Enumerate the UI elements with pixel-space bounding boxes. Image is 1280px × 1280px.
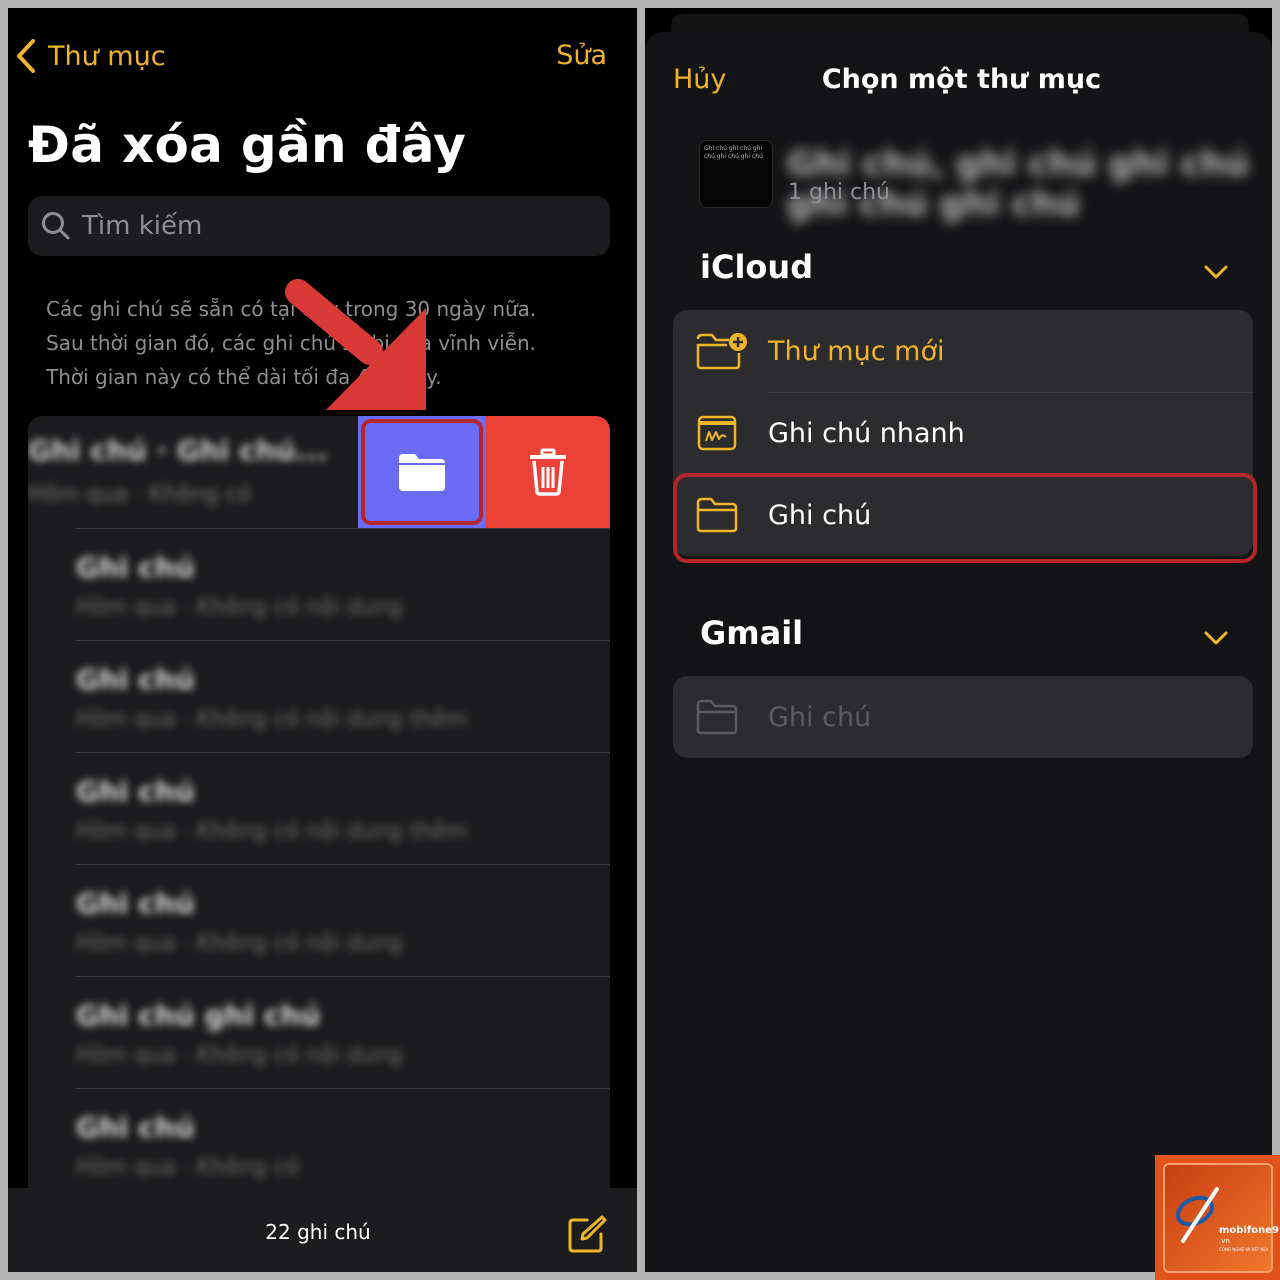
search-input[interactable]: Tìm kiếm bbox=[28, 196, 610, 256]
note-subtitle: Hôm qua · Không có nội dung bbox=[76, 595, 403, 620]
gmail-notes-label: Ghi chú bbox=[768, 701, 872, 733]
search-placeholder: Tìm kiếm bbox=[82, 211, 203, 241]
note-title: Ghi chú bbox=[76, 887, 195, 920]
edit-button[interactable]: Sửa bbox=[556, 40, 607, 71]
note-subtitle: Hôm qua · Không có bbox=[28, 482, 252, 507]
new-folder-label: Thư mục mới bbox=[768, 335, 945, 367]
list-item[interactable]: Ghi chú Hôm qua · Không có bbox=[76, 1088, 610, 1200]
new-folder-icon bbox=[696, 333, 747, 370]
quick-notes-label: Ghi chú nhanh bbox=[768, 417, 965, 449]
cancel-button[interactable]: Hủy bbox=[673, 64, 726, 95]
folder-icon bbox=[696, 699, 738, 735]
delete-button[interactable] bbox=[486, 416, 610, 528]
note-count: 22 ghi chú bbox=[265, 1220, 371, 1244]
red-arrow-annotation bbox=[285, 279, 426, 410]
logo-swoosh-icon bbox=[1175, 1187, 1219, 1243]
new-folder-button[interactable]: Thư mục mới bbox=[673, 310, 1253, 392]
gmail-folder-list: Ghi chú bbox=[673, 676, 1253, 758]
search-icon bbox=[42, 212, 70, 240]
choose-folder-screen: Chọn một thư mục Hủy Ghi chú ghi chú ghi… bbox=[645, 8, 1272, 1272]
folder-picker-sheet: Chọn một thư mục Hủy Ghi chú ghi chú ghi… bbox=[645, 32, 1272, 1272]
note-title: Ghi chú ghi chú bbox=[76, 999, 321, 1032]
page-title: Đã xóa gần đây bbox=[28, 116, 467, 174]
notes-list: Ghi chú · Ghi chú... Hôm qua · Không có … bbox=[28, 416, 610, 1206]
note-subtitle: Hôm qua · Không có nội dung bbox=[76, 931, 403, 956]
folder-item-quick-notes[interactable]: Ghi chú nhanh bbox=[673, 392, 1253, 474]
list-item[interactable]: Ghi chú Hôm qua · Không có nội dung bbox=[76, 864, 610, 976]
note-title: Ghi chú bbox=[76, 1111, 195, 1144]
chevron-down-icon[interactable] bbox=[1204, 264, 1228, 280]
list-item[interactable]: Ghi chú ghi chú Hôm qua · Không có nội d… bbox=[76, 976, 610, 1088]
watermark-logo: mobifone9 .vn CÔNG NGHỆ VÀ KẾT NỐI bbox=[1155, 1155, 1280, 1280]
gmail-header[interactable]: Gmail bbox=[700, 614, 803, 652]
note-subtitle: Hôm qua · Không có nội dung thêm bbox=[76, 819, 467, 844]
watermark-tagline: CÔNG NGHỆ VÀ KẾT NỐI bbox=[1219, 1247, 1268, 1252]
swiped-note-row[interactable]: Ghi chú · Ghi chú... Hôm qua · Không có bbox=[28, 416, 610, 528]
note-title: Ghi chú bbox=[76, 551, 195, 584]
note-subtitle: Hôm qua · Không có nội dung thêm bbox=[76, 707, 467, 732]
list-item[interactable]: Ghi chú Hôm qua · Không có nội dung thêm bbox=[76, 752, 610, 864]
move-button-highlight bbox=[361, 419, 483, 525]
list-item[interactable]: Ghi chú Hôm qua · Không có nội dung bbox=[76, 528, 610, 640]
note-subtitle: Hôm qua · Không có bbox=[76, 1155, 300, 1180]
compose-icon[interactable] bbox=[567, 1214, 607, 1254]
note-subtitle: Hôm qua · Không có nội dung bbox=[76, 1043, 403, 1068]
note-title: Ghi chú · Ghi chú... bbox=[28, 434, 328, 467]
note-title: Ghi chú bbox=[76, 775, 195, 808]
thumbnail-text: Ghi chú ghi chú ghi chú ghi chú ghi chú bbox=[704, 145, 763, 160]
quick-note-icon bbox=[697, 415, 737, 451]
folder-item-gmail-notes: Ghi chú bbox=[673, 676, 1253, 758]
selected-folder-highlight bbox=[673, 473, 1257, 563]
selected-note-count: 1 ghi chú bbox=[788, 180, 890, 205]
watermark-brand: mobifone9 bbox=[1219, 1225, 1279, 1236]
note-thumbnail: Ghi chú ghi chú ghi chú ghi chú ghi chú bbox=[699, 140, 773, 208]
sheet-title: Chọn một thư mục bbox=[821, 64, 1102, 95]
watermark-frame: mobifone9 .vn CÔNG NGHỆ VÀ KẾT NỐI bbox=[1163, 1163, 1279, 1273]
icloud-header[interactable]: iCloud bbox=[700, 248, 813, 286]
deleted-notes-screen: Thư mục Sửa Đã xóa gần đây Tìm kiếm Các … bbox=[8, 8, 637, 1272]
back-label: Thư mục bbox=[48, 40, 166, 72]
chevron-left-icon bbox=[17, 39, 35, 73]
bottom-toolbar: 22 ghi chú bbox=[8, 1188, 637, 1272]
trash-icon bbox=[530, 448, 566, 496]
note-title: Ghi chú bbox=[76, 663, 195, 696]
back-button[interactable]: Thư mục bbox=[14, 38, 166, 74]
chevron-down-icon[interactable] bbox=[1204, 630, 1228, 646]
watermark-domain: .vn bbox=[1219, 1237, 1230, 1245]
list-item[interactable]: Ghi chú Hôm qua · Không có nội dung thêm bbox=[76, 640, 610, 752]
move-to-folder-button[interactable] bbox=[358, 416, 486, 528]
